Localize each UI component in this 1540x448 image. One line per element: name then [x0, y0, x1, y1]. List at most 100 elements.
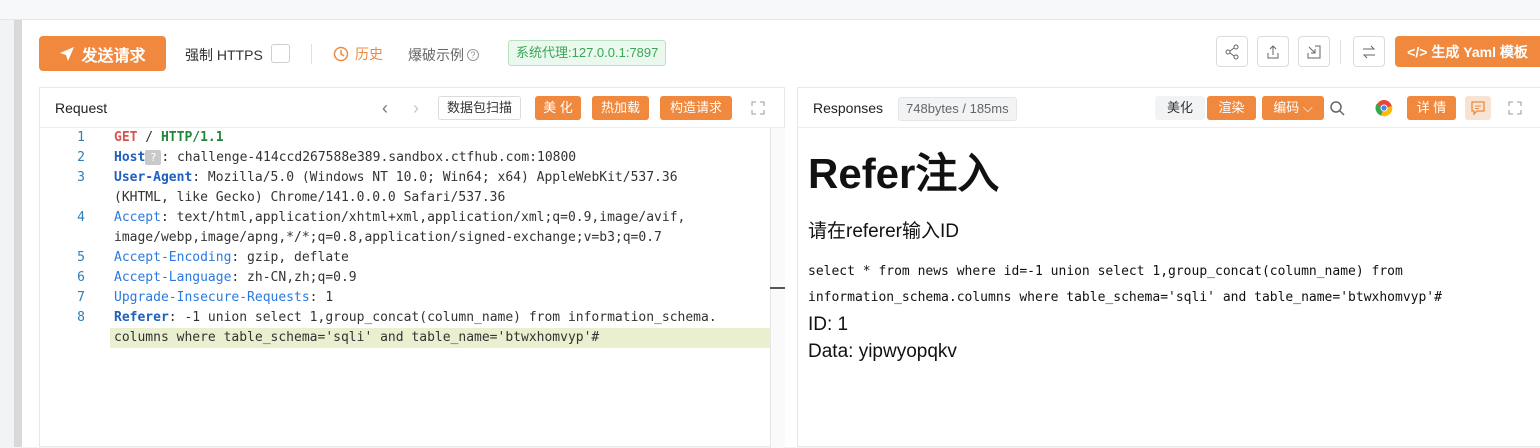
code-line-continuation: columns where table_schema='sqli' and ta… — [40, 328, 782, 348]
header-key: Upgrade-Insecure-Requests — [114, 290, 310, 305]
comment-icon — [1471, 101, 1485, 116]
encoding-label: 编码 — [1273, 100, 1300, 115]
generate-yaml-label: 生成 Yaml 模板 — [1431, 43, 1528, 60]
header-value-continued: image/webp,image/apng,*/*;q=0.8,applicat… — [114, 230, 662, 245]
header-key: Host — [114, 150, 146, 165]
import-icon — [1307, 45, 1321, 58]
response-id: ID: 1 — [808, 314, 849, 335]
header-value: : text/html,application/xhtml+xml,applic… — [160, 210, 686, 225]
header-value: : challenge-414ccd267588e389.sandbox.ctf… — [161, 150, 577, 165]
packet-scan-button[interactable]: 数据包扫描 — [438, 96, 522, 120]
history-label: 历史 — [355, 46, 383, 62]
header-value: : Mozilla/5.0 (Windows NT 10.0; Win64; x… — [192, 170, 678, 185]
header-value: : gzip, deflate — [231, 250, 349, 265]
share-icon — [1225, 44, 1239, 59]
line-number: 2 — [77, 150, 85, 165]
header-value: : zh-CN,zh;q=0.9 — [231, 270, 357, 285]
chrome-icon[interactable] — [1375, 99, 1393, 117]
request-path: / — [137, 130, 161, 145]
request-title: Request — [55, 100, 108, 116]
code-line-continuation: (KHTML, like Gecko) Chrome/141.0.0.0 Saf… — [40, 188, 770, 208]
system-proxy-badge[interactable]: 系统代理:127.0.0.1:7897 — [508, 40, 667, 66]
http-method: GET — [114, 130, 138, 145]
sql-line: select * from news where id=-1 union sel… — [808, 264, 1403, 279]
header-key: Accept-Encoding — [114, 250, 232, 265]
main-area: 发送请求 强制 HTTPS 历史 爆破示例 ? 系统代理:127.0.0.1:7… — [22, 20, 1540, 448]
code-line: 8 Referer: -1 union select 1,group_conca… — [40, 308, 770, 328]
detail-button[interactable]: 详 情 — [1407, 96, 1456, 120]
send-icon — [60, 46, 75, 61]
response-data: Data: yipwyopqkv — [808, 341, 957, 362]
response-size-badge: 748bytes / 185ms — [898, 97, 1017, 121]
fuzz-example-link[interactable]: 爆破示例 ? — [408, 45, 479, 65]
line-number: 6 — [77, 270, 85, 285]
search-icon[interactable] — [1329, 100, 1345, 116]
share-button[interactable] — [1216, 36, 1248, 67]
export-button[interactable] — [1257, 36, 1289, 67]
code-line: 6 Accept-Language: zh-CN,zh;q=0.9 — [40, 268, 770, 288]
header-key: Accept-Language — [114, 270, 232, 285]
code-line: 2 Host?: challenge-414ccd267588e389.sand… — [40, 148, 770, 168]
expand-icon[interactable] — [1507, 100, 1523, 116]
response-panel: Responses 748bytes / 185ms 美化 渲染 编码 ⌵ 详 … — [797, 87, 1540, 447]
sql-query-text: select * from news where id=-1 union sel… — [808, 259, 1448, 311]
code-line: 3 User-Agent: Mozilla/5.0 (Windows NT 10… — [40, 168, 770, 188]
http-protocol: HTTP/1.1 — [160, 130, 224, 145]
send-request-label: 发送请求 — [81, 47, 146, 65]
header-value: : 1 — [309, 290, 334, 305]
request-editor[interactable]: 1 GET / HTTP/1.1 2 Host?: challenge-414c… — [40, 128, 782, 448]
encoding-dropdown[interactable]: 编码 ⌵ — [1262, 96, 1324, 120]
response-subtitle: 请在referer输入ID — [808, 221, 959, 242]
header-value: : -1 union select 1,group_concat(column_… — [168, 310, 717, 325]
history-button[interactable]: 历史 — [333, 44, 383, 64]
header-value-continued: (KHTML, like Gecko) Chrome/141.0.0.0 Saf… — [114, 190, 506, 205]
force-https-checkbox[interactable] — [271, 44, 290, 63]
beautify-button[interactable]: 美 化 — [535, 96, 581, 120]
line-number: 1 — [77, 130, 85, 145]
line-number: 5 — [77, 250, 85, 265]
left-scrollbar[interactable] — [14, 20, 22, 447]
fuzz-example-label: 爆破示例 — [408, 47, 464, 63]
help-icon[interactable]: ? — [467, 49, 479, 61]
send-request-button[interactable]: 发送请求 — [39, 36, 166, 71]
scroll-position-marker — [770, 287, 785, 289]
left-gutter — [0, 365, 14, 447]
divider — [1340, 40, 1341, 64]
line-number: 4 — [77, 210, 85, 225]
swap-button[interactable] — [1353, 36, 1385, 67]
header-key: User-Agent — [114, 170, 193, 185]
header-key: Referer — [114, 310, 169, 325]
generate-yaml-button[interactable]: </> 生成 Yaml 模板 — [1395, 36, 1540, 67]
chevron-left-icon[interactable]: ‹ — [382, 98, 388, 119]
import-button[interactable] — [1298, 36, 1330, 67]
request-header: Request ‹ › 数据包扫描 美 化 热加载 构造请求 — [40, 88, 784, 128]
line-number: 3 — [77, 170, 85, 185]
code-line: 5 Accept-Encoding: gzip, deflate — [40, 248, 770, 268]
request-panel: Request ‹ › 数据包扫描 美 化 热加载 构造请求 1 GET / H… — [39, 87, 785, 448]
chevron-right-icon[interactable]: › — [413, 98, 419, 119]
top-strip — [0, 0, 1540, 20]
divider — [311, 44, 312, 64]
response-heading: Refer注入 — [808, 150, 1000, 197]
render-toggle[interactable]: 渲染 — [1207, 96, 1256, 120]
expand-icon[interactable] — [750, 100, 766, 116]
response-title: Responses — [813, 100, 884, 116]
line-number: 8 — [77, 310, 85, 325]
clock-icon — [333, 46, 349, 62]
chevron-down-icon: ⌵ — [1302, 100, 1313, 115]
sql-line: information_schema.columns where table_s… — [808, 290, 1442, 305]
line-number: 7 — [77, 290, 85, 305]
beautify-toggle[interactable]: 美化 — [1155, 96, 1205, 120]
upload-icon — [1267, 44, 1279, 58]
response-header: Responses 748bytes / 185ms 美化 渲染 编码 ⌵ 详 … — [798, 88, 1540, 128]
rendered-response: Refer注入 请在referer输入ID select * from news… — [808, 150, 1528, 365]
hot-load-button[interactable]: 热加载 — [592, 96, 649, 120]
construct-request-button[interactable]: 构造请求 — [660, 96, 732, 120]
comment-button[interactable] — [1465, 96, 1491, 120]
header-key: Accept — [114, 210, 161, 225]
code-line-continuation: image/webp,image/apng,*/*;q=0.8,applicat… — [40, 228, 770, 248]
code-line: 1 GET / HTTP/1.1 — [40, 128, 770, 148]
force-https-label: 强制 HTTPS — [185, 47, 263, 63]
code-line: 4 Accept: text/html,application/xhtml+xm… — [40, 208, 770, 228]
host-hint-badge[interactable]: ? — [145, 150, 162, 165]
